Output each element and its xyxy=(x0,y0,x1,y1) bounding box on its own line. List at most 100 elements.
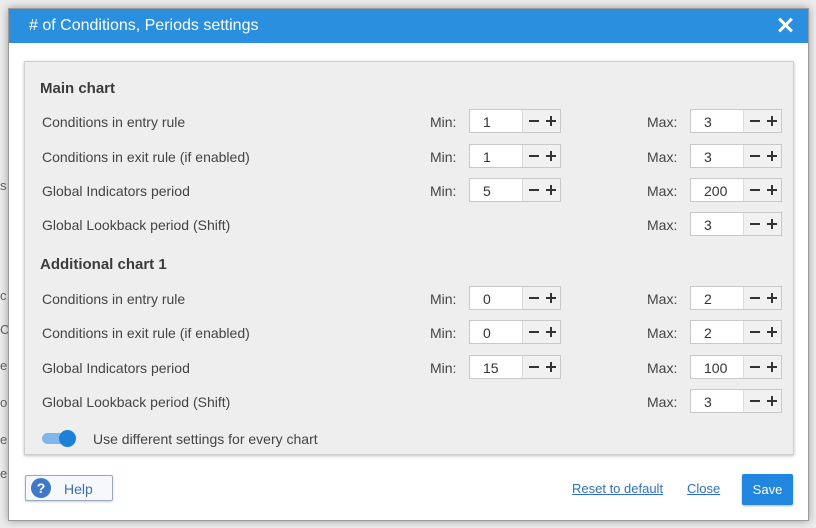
stepper-value[interactable]: 15 xyxy=(483,360,499,376)
close-icon[interactable] xyxy=(774,14,796,36)
min-exit-conditions-stepper[interactable]: 0 xyxy=(469,320,561,344)
increment-icon[interactable] xyxy=(764,287,780,309)
decrement-icon[interactable] xyxy=(747,145,763,167)
stepper-value[interactable]: 1 xyxy=(483,149,491,165)
increment-icon[interactable] xyxy=(543,179,559,201)
min-label: Min: xyxy=(430,360,457,376)
reset-to-default-link[interactable]: Reset to default xyxy=(572,481,663,496)
stepper-buttons xyxy=(522,179,560,201)
stepper-value[interactable]: 5 xyxy=(483,183,491,199)
decrement-icon[interactable] xyxy=(526,145,542,167)
stepper-buttons xyxy=(522,110,560,132)
min-indicators-period-stepper[interactable]: 5 xyxy=(469,178,561,202)
max-label: Max: xyxy=(647,183,678,199)
different-settings-toggle[interactable] xyxy=(42,430,78,447)
help-button[interactable]: ? Help xyxy=(25,475,113,501)
row-label-entry-conditions: Conditions in entry rule xyxy=(42,291,186,307)
decrement-icon[interactable] xyxy=(747,390,763,412)
save-button[interactable]: Save xyxy=(742,474,793,505)
increment-icon[interactable] xyxy=(764,110,780,132)
max-label: Max: xyxy=(647,360,678,376)
decrement-icon[interactable] xyxy=(747,321,763,343)
max-lookback-period-stepper[interactable]: 3 xyxy=(690,212,782,236)
max-label: Max: xyxy=(647,149,678,165)
max-label: Max: xyxy=(647,217,678,233)
stepper-value[interactable]: 1 xyxy=(483,114,491,130)
decrement-icon[interactable] xyxy=(747,179,763,201)
increment-icon[interactable] xyxy=(764,213,780,235)
close-link[interactable]: Close xyxy=(687,481,720,496)
row-label-exit-conditions: Conditions in exit rule (if enabled) xyxy=(42,325,250,341)
min-label: Min: xyxy=(430,325,457,341)
min-label: Min: xyxy=(430,183,457,199)
stepper-buttons xyxy=(743,110,781,132)
settings-dialog: # of Conditions, Periods settings Main c… xyxy=(8,8,809,521)
increment-icon[interactable] xyxy=(543,145,559,167)
stepper-value[interactable]: 200 xyxy=(704,183,727,199)
min-indicators-period-stepper[interactable]: 15 xyxy=(469,355,561,379)
stepper-value[interactable]: 3 xyxy=(704,149,712,165)
stepper-value[interactable]: 3 xyxy=(704,394,712,410)
max-label: Max: xyxy=(647,291,678,307)
stepper-buttons xyxy=(522,145,560,167)
max-entry-conditions-stepper[interactable]: 2 xyxy=(690,286,782,310)
min-entry-conditions-stepper[interactable]: 0 xyxy=(469,286,561,310)
row-label-indicators-period: Global Indicators period xyxy=(42,360,190,376)
increment-icon[interactable] xyxy=(764,390,780,412)
max-label: Max: xyxy=(647,394,678,410)
decrement-icon[interactable] xyxy=(747,110,763,132)
max-indicators-period-stepper[interactable]: 100 xyxy=(690,355,782,379)
row-label-lookback-period: Global Lookback period (Shift) xyxy=(42,394,231,410)
increment-icon[interactable] xyxy=(543,110,559,132)
decrement-icon[interactable] xyxy=(747,287,763,309)
increment-icon[interactable] xyxy=(543,356,559,378)
decrement-icon[interactable] xyxy=(747,213,763,235)
row-label-exit-conditions: Conditions in exit rule (if enabled) xyxy=(42,149,250,165)
max-exit-conditions-stepper[interactable]: 2 xyxy=(690,320,782,344)
decrement-icon[interactable] xyxy=(526,110,542,132)
min-exit-conditions-stepper[interactable]: 1 xyxy=(469,144,561,168)
increment-icon[interactable] xyxy=(764,356,780,378)
decrement-icon[interactable] xyxy=(526,179,542,201)
toggle-label[interactable]: Use different settings for every chart xyxy=(93,431,318,447)
stepper-value[interactable]: 3 xyxy=(704,217,712,233)
min-label: Min: xyxy=(430,291,457,307)
increment-icon[interactable] xyxy=(764,321,780,343)
increment-icon[interactable] xyxy=(764,145,780,167)
max-lookback-period-stepper[interactable]: 3 xyxy=(690,389,782,413)
stepper-value[interactable]: 3 xyxy=(704,114,712,130)
row-label-lookback-period: Global Lookback period (Shift) xyxy=(42,217,231,233)
toggle-knob xyxy=(59,430,76,447)
decrement-icon[interactable] xyxy=(747,356,763,378)
max-indicators-period-stepper[interactable]: 200 xyxy=(690,178,782,202)
max-entry-conditions-stepper[interactable]: 3 xyxy=(690,109,782,133)
row-label-indicators-period: Global Indicators period xyxy=(42,183,190,199)
stepper-value[interactable]: 2 xyxy=(704,291,712,307)
stepper-value[interactable]: 2 xyxy=(704,325,712,341)
max-label: Max: xyxy=(647,325,678,341)
max-exit-conditions-stepper[interactable]: 3 xyxy=(690,144,782,168)
section-title-additional-chart: Additional chart 1 xyxy=(40,256,167,273)
decrement-icon[interactable] xyxy=(526,321,542,343)
min-label: Min: xyxy=(430,149,457,165)
stepper-value[interactable]: 0 xyxy=(483,325,491,341)
stepper-buttons xyxy=(522,321,560,343)
dialog-title: # of Conditions, Periods settings xyxy=(29,17,259,34)
stepper-buttons xyxy=(522,287,560,309)
stepper-buttons xyxy=(743,213,781,235)
decrement-icon[interactable] xyxy=(526,356,542,378)
stepper-buttons xyxy=(743,356,781,378)
increment-icon[interactable] xyxy=(543,287,559,309)
min-label: Min: xyxy=(430,114,457,130)
stepper-value[interactable]: 100 xyxy=(704,360,727,376)
increment-icon[interactable] xyxy=(543,321,559,343)
max-label: Max: xyxy=(647,114,678,130)
stepper-buttons xyxy=(743,179,781,201)
help-button-label[interactable]: Help xyxy=(64,481,93,497)
section-title-main-chart: Main chart xyxy=(40,80,116,97)
min-entry-conditions-stepper[interactable]: 1 xyxy=(469,109,561,133)
stepper-value[interactable]: 0 xyxy=(483,291,491,307)
stepper-buttons xyxy=(743,321,781,343)
increment-icon[interactable] xyxy=(764,179,780,201)
decrement-icon[interactable] xyxy=(526,287,542,309)
